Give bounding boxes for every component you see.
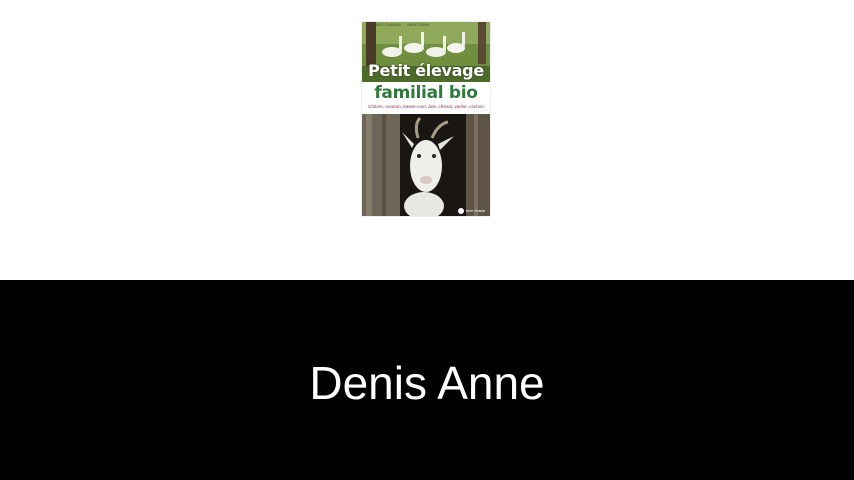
cover-subtitle: Chèvre, mouton, basse-cour, âne, cheval,… <box>368 104 484 109</box>
cover-publisher: terre vivante <box>466 209 486 213</box>
book-cover-image[interactable]: CORNELIS D'AVENY ANNE DENIS Petit élevage… <box>362 22 490 216</box>
cover-area: CORNELIS D'AVENY ANNE DENIS Petit élevage… <box>0 0 854 280</box>
author-name: Denis Anne <box>309 357 545 409</box>
cover-title-line-1: Petit élevage <box>368 61 484 80</box>
goat-photo <box>362 114 490 216</box>
publisher-logo-icon <box>458 208 464 214</box>
cover-title-line-2: familial bio <box>374 83 478 103</box>
cover-authors-line: CORNELIS D'AVENY ANNE DENIS <box>366 23 430 27</box>
